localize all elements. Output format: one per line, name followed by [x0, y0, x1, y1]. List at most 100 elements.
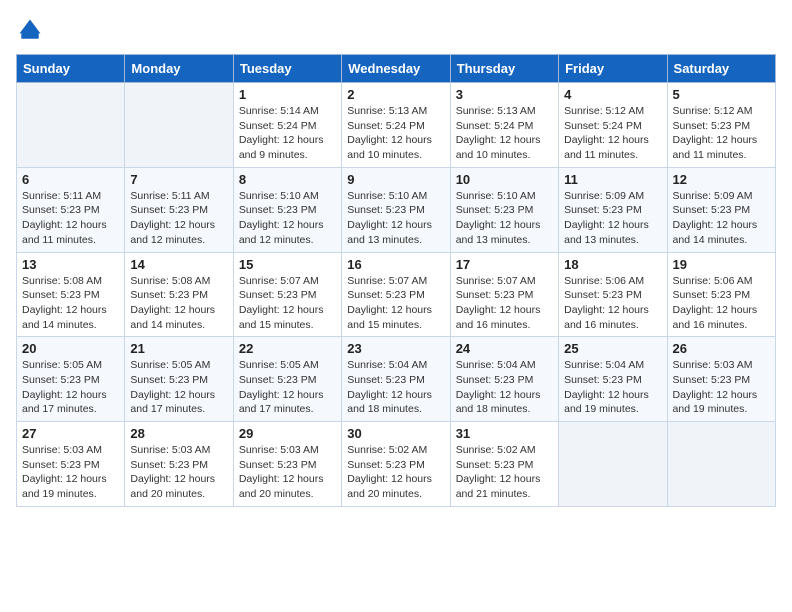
calendar-day-cell: 9 Sunrise: 5:10 AM Sunset: 5:23 PM Daylig… — [342, 167, 450, 252]
calendar-day-cell: 19Sunrise: 5:06 AM Sunset: 5:23 PM Dayli… — [667, 252, 775, 337]
day-number: 7 — [130, 172, 227, 187]
day-number: 21 — [130, 341, 227, 356]
day-number: 30 — [347, 426, 444, 441]
calendar-day-cell — [667, 422, 775, 507]
calendar-day-cell: 20 Sunrise: 5:05 AM Sunset: 5:23 PM Dayli… — [17, 337, 125, 422]
calendar-day-cell: 8Sunrise: 5:10 AM Sunset: 5:23 PM Daylig… — [233, 167, 341, 252]
day-number: 12 — [673, 172, 770, 187]
calendar-body: 1Sunrise: 5:14 AM Sunset: 5:24 PM Daylig… — [17, 83, 776, 507]
day-number: 1 — [239, 87, 336, 102]
calendar-day-cell: 28 Sunrise: 5:03 AM Sunset: 5:23 PM Dayli… — [125, 422, 233, 507]
calendar-day-cell — [125, 83, 233, 168]
calendar-day-cell: 15 Sunrise: 5:07 AM Sunset: 5:23 PM Dayli… — [233, 252, 341, 337]
day-info: Sunrise: 5:08 AM Sunset: 5:23 PM Dayligh… — [130, 274, 227, 333]
day-info: Sunrise: 5:04 AM Sunset: 5:23 PM Dayligh… — [456, 358, 553, 417]
calendar-day-cell: 16 Sunrise: 5:07 AM Sunset: 5:23 PM Dayli… — [342, 252, 450, 337]
day-info: Sunrise: 5:09 AM Sunset: 5:23 PM Dayligh… — [673, 189, 770, 248]
calendar-day-cell: 12 Sunrise: 5:09 AM Sunset: 5:23 PM Dayli… — [667, 167, 775, 252]
calendar-day-cell: 18 Sunrise: 5:06 AM Sunset: 5:23 PM Dayli… — [559, 252, 667, 337]
day-info: Sunrise: 5:03 AM Sunset: 5:23 PM Dayligh… — [673, 358, 770, 417]
day-number: 3 — [456, 87, 553, 102]
day-info: Sunrise: 5:03 AM Sunset: 5:23 PM Dayligh… — [239, 443, 336, 502]
day-number: 23 — [347, 341, 444, 356]
calendar-day-cell: 14 Sunrise: 5:08 AM Sunset: 5:23 PM Dayli… — [125, 252, 233, 337]
calendar-day-cell: 6 Sunrise: 5:11 AM Sunset: 5:23 PM Daylig… — [17, 167, 125, 252]
calendar-week-row: 6 Sunrise: 5:11 AM Sunset: 5:23 PM Daylig… — [17, 167, 776, 252]
calendar-day-cell: 11Sunrise: 5:09 AM Sunset: 5:23 PM Dayli… — [559, 167, 667, 252]
day-info: Sunrise: 5:10 AM Sunset: 5:23 PM Dayligh… — [456, 189, 553, 248]
day-info: Sunrise: 5:05 AM Sunset: 5:23 PM Dayligh… — [22, 358, 119, 417]
calendar-day-cell: 24 Sunrise: 5:04 AM Sunset: 5:23 PM Dayli… — [450, 337, 558, 422]
day-info: Sunrise: 5:13 AM Sunset: 5:24 PM Dayligh… — [456, 104, 553, 163]
calendar-day-cell: 26 Sunrise: 5:03 AM Sunset: 5:23 PM Dayli… — [667, 337, 775, 422]
calendar-week-row: 20 Sunrise: 5:05 AM Sunset: 5:23 PM Dayli… — [17, 337, 776, 422]
calendar-day-cell: 17Sunrise: 5:07 AM Sunset: 5:23 PM Dayli… — [450, 252, 558, 337]
calendar-day-cell: 25 Sunrise: 5:04 AM Sunset: 5:23 PM Dayli… — [559, 337, 667, 422]
day-info: Sunrise: 5:12 AM Sunset: 5:23 PM Dayligh… — [673, 104, 770, 163]
day-number: 18 — [564, 257, 661, 272]
day-info: Sunrise: 5:04 AM Sunset: 5:23 PM Dayligh… — [564, 358, 661, 417]
day-number: 27 — [22, 426, 119, 441]
page-header — [16, 16, 776, 44]
day-number: 26 — [673, 341, 770, 356]
weekday-header-cell: Thursday — [450, 55, 558, 83]
day-number: 5 — [673, 87, 770, 102]
calendar-day-cell: 29Sunrise: 5:03 AM Sunset: 5:23 PM Dayli… — [233, 422, 341, 507]
weekday-header-row: SundayMondayTuesdayWednesdayThursdayFrid… — [17, 55, 776, 83]
calendar-week-row: 13 Sunrise: 5:08 AM Sunset: 5:23 PM Dayli… — [17, 252, 776, 337]
day-number: 9 — [347, 172, 444, 187]
calendar-week-row: 27 Sunrise: 5:03 AM Sunset: 5:23 PM Dayli… — [17, 422, 776, 507]
calendar-day-cell: 10 Sunrise: 5:10 AM Sunset: 5:23 PM Dayli… — [450, 167, 558, 252]
calendar-day-cell: 22 Sunrise: 5:05 AM Sunset: 5:23 PM Dayli… — [233, 337, 341, 422]
day-info: Sunrise: 5:05 AM Sunset: 5:23 PM Dayligh… — [130, 358, 227, 417]
weekday-header-cell: Wednesday — [342, 55, 450, 83]
weekday-header-cell: Monday — [125, 55, 233, 83]
day-number: 14 — [130, 257, 227, 272]
calendar-day-cell: 1Sunrise: 5:14 AM Sunset: 5:24 PM Daylig… — [233, 83, 341, 168]
calendar-table: SundayMondayTuesdayWednesdayThursdayFrid… — [16, 54, 776, 507]
calendar-day-cell: 13 Sunrise: 5:08 AM Sunset: 5:23 PM Dayli… — [17, 252, 125, 337]
day-info: Sunrise: 5:07 AM Sunset: 5:23 PM Dayligh… — [239, 274, 336, 333]
day-info: Sunrise: 5:02 AM Sunset: 5:23 PM Dayligh… — [347, 443, 444, 502]
calendar-day-cell: 27 Sunrise: 5:03 AM Sunset: 5:23 PM Dayli… — [17, 422, 125, 507]
day-number: 20 — [22, 341, 119, 356]
day-number: 17 — [456, 257, 553, 272]
day-number: 13 — [22, 257, 119, 272]
day-number: 24 — [456, 341, 553, 356]
calendar-day-cell: 21 Sunrise: 5:05 AM Sunset: 5:23 PM Dayli… — [125, 337, 233, 422]
day-info: Sunrise: 5:12 AM Sunset: 5:24 PM Dayligh… — [564, 104, 661, 163]
calendar-day-cell: 31Sunrise: 5:02 AM Sunset: 5:23 PM Dayli… — [450, 422, 558, 507]
logo-icon — [16, 16, 44, 44]
calendar-day-cell: 7 Sunrise: 5:11 AM Sunset: 5:23 PM Daylig… — [125, 167, 233, 252]
day-number: 16 — [347, 257, 444, 272]
day-number: 6 — [22, 172, 119, 187]
day-info: Sunrise: 5:08 AM Sunset: 5:23 PM Dayligh… — [22, 274, 119, 333]
day-info: Sunrise: 5:06 AM Sunset: 5:23 PM Dayligh… — [564, 274, 661, 333]
day-number: 4 — [564, 87, 661, 102]
day-info: Sunrise: 5:02 AM Sunset: 5:23 PM Dayligh… — [456, 443, 553, 502]
calendar-day-cell: 5 Sunrise: 5:12 AM Sunset: 5:23 PM Daylig… — [667, 83, 775, 168]
day-info: Sunrise: 5:05 AM Sunset: 5:23 PM Dayligh… — [239, 358, 336, 417]
day-info: Sunrise: 5:11 AM Sunset: 5:23 PM Dayligh… — [130, 189, 227, 248]
day-number: 28 — [130, 426, 227, 441]
day-number: 22 — [239, 341, 336, 356]
day-number: 25 — [564, 341, 661, 356]
day-number: 10 — [456, 172, 553, 187]
weekday-header-cell: Tuesday — [233, 55, 341, 83]
day-info: Sunrise: 5:11 AM Sunset: 5:23 PM Dayligh… — [22, 189, 119, 248]
day-number: 2 — [347, 87, 444, 102]
day-info: Sunrise: 5:03 AM Sunset: 5:23 PM Dayligh… — [22, 443, 119, 502]
calendar-day-cell — [559, 422, 667, 507]
day-info: Sunrise: 5:10 AM Sunset: 5:23 PM Dayligh… — [347, 189, 444, 248]
calendar-day-cell — [17, 83, 125, 168]
day-info: Sunrise: 5:03 AM Sunset: 5:23 PM Dayligh… — [130, 443, 227, 502]
logo — [16, 16, 48, 44]
day-info: Sunrise: 5:06 AM Sunset: 5:23 PM Dayligh… — [673, 274, 770, 333]
day-number: 15 — [239, 257, 336, 272]
day-info: Sunrise: 5:04 AM Sunset: 5:23 PM Dayligh… — [347, 358, 444, 417]
calendar-day-cell: 4 Sunrise: 5:12 AM Sunset: 5:24 PM Daylig… — [559, 83, 667, 168]
day-number: 8 — [239, 172, 336, 187]
day-info: Sunrise: 5:07 AM Sunset: 5:23 PM Dayligh… — [347, 274, 444, 333]
day-info: Sunrise: 5:13 AM Sunset: 5:24 PM Dayligh… — [347, 104, 444, 163]
calendar-day-cell: 2 Sunrise: 5:13 AM Sunset: 5:24 PM Daylig… — [342, 83, 450, 168]
